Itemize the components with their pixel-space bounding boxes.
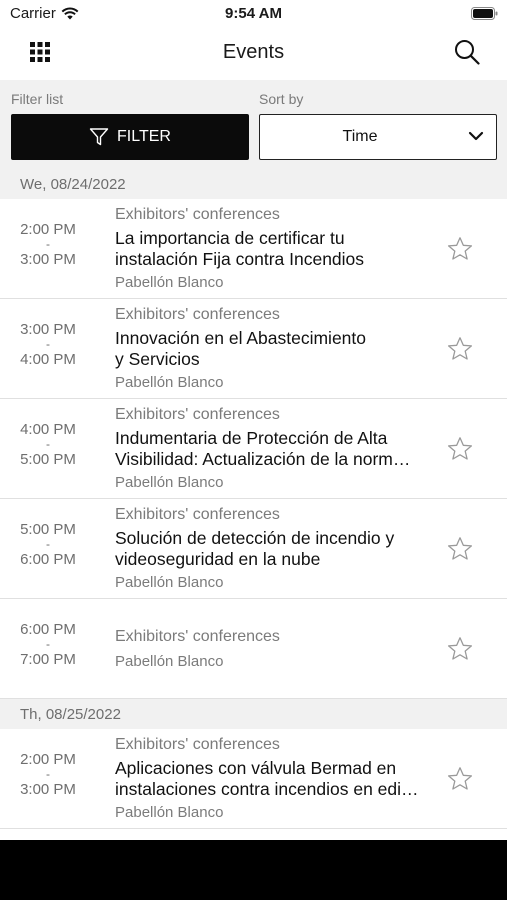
event-time: 2:00 PM - 3:00 PM [0,750,96,799]
event-end-time: 7:00 PM [20,651,76,668]
event-row[interactable]: 6:00 PM - 7:00 PM Exhibitors' conference… [0,599,507,699]
event-time-separator: - [46,237,50,251]
event-time-separator: - [46,537,50,551]
sort-by-label: Sort by [259,91,304,107]
event-title-line: instalaciones contra incendios en edi… [115,779,419,799]
status-bar: Carrier 9:54 AM [0,0,507,28]
event-row[interactable]: 5:00 PM - 6:00 PM Exhibitors' conference… [0,499,507,599]
sort-dropdown[interactable]: Time [259,114,497,160]
event-title-line: videoseguridad en la nube [115,549,321,569]
date-header: Th, 08/25/2022 [0,699,507,729]
event-time: 6:00 PM - 7:00 PM [0,620,96,669]
event-end-time: 3:00 PM [20,251,76,268]
event-category: Exhibitors' conferences [115,628,280,645]
event-title-line: Solución de detección de incendio y [115,528,395,548]
event-title-line: Aplicaciones con válvula Bermad en [115,758,397,778]
event-row[interactable]: 2:00 PM - 3:00 PM Exhibitors' conference… [0,729,507,829]
event-title: La importancia de certificar tu instalac… [115,228,433,270]
chevron-down-icon [468,131,484,141]
event-time-separator: - [46,437,50,451]
event-time: 4:00 PM - 5:00 PM [0,420,96,469]
event-category: Exhibitors' conferences [115,406,280,423]
event-category: Exhibitors' conferences [115,506,280,523]
filter-sort-bar: Filter list Sort by FILTER Time [0,80,507,170]
favorite-star-icon[interactable] [447,636,473,662]
event-end-time: 3:00 PM [20,781,76,798]
event-time: 3:00 PM - 4:00 PM [0,320,96,369]
date-header: We, 08/24/2022 [0,169,507,199]
event-end-time: 5:00 PM [20,451,76,468]
battery-icon [471,7,498,20]
navigation-bar: Events [0,28,507,78]
event-title-line: La importancia de certificar tu [115,228,345,248]
event-title-line: instalación Fija contra Incendios [115,249,365,269]
event-location: Pabellón Blanco [115,574,224,591]
event-row[interactable]: 4:00 PM - 5:00 PM Exhibitors' conference… [0,399,507,499]
event-title-line: Innovación en el Abastecimiento [115,328,366,348]
event-title: Aplicaciones con válvula Bermad en insta… [115,758,433,800]
event-end-time: 6:00 PM [20,551,76,568]
favorite-star-icon[interactable] [447,436,473,462]
event-location: Pabellón Blanco [115,653,224,670]
clock: 9:54 AM [225,5,282,22]
favorite-star-icon[interactable] [447,236,473,262]
event-title-line: Indumentaria de Protección de Alta [115,428,388,448]
filter-button-label: FILTER [117,128,171,145]
funnel-icon [89,128,109,146]
event-time-separator: - [46,767,50,781]
event-end-time: 4:00 PM [20,351,76,368]
page-title: Events [222,41,285,63]
event-time-separator: - [46,337,50,351]
event-time: 2:00 PM - 3:00 PM [0,220,96,269]
filter-button[interactable]: FILTER [11,114,249,160]
event-category: Exhibitors' conferences [115,306,280,323]
favorite-star-icon[interactable] [447,336,473,362]
date-header-label: We, 08/24/2022 [20,176,126,193]
event-location: Pabellón Blanco [115,374,224,391]
sort-value: Time [342,128,378,145]
event-location: Pabellón Blanco [115,474,224,491]
event-title: Innovación en el Abastecimiento y Servic… [115,328,433,370]
event-time: 5:00 PM - 6:00 PM [0,520,96,569]
event-title: Solución de detección de incendio y vide… [115,528,433,570]
event-category: Exhibitors' conferences [115,206,280,223]
search-icon[interactable] [454,39,480,65]
event-title-line: y Servicios [115,349,200,369]
event-row[interactable]: 2:00 PM - 3:00 PM Exhibitors' conference… [0,199,507,299]
favorite-star-icon[interactable] [447,766,473,792]
favorite-star-icon[interactable] [447,536,473,562]
bottom-black-bar [0,840,507,900]
filter-list-label: Filter list [11,91,64,107]
event-row[interactable]: 3:00 PM - 4:00 PM Exhibitors' conference… [0,299,507,399]
event-time-separator: - [46,637,50,651]
event-category: Exhibitors' conferences [115,736,280,753]
event-title-line: Visibilidad: Actualización de la norm… [115,449,411,469]
event-location: Pabellón Blanco [115,804,224,821]
event-location: Pabellón Blanco [115,274,224,291]
event-title: Indumentaria de Protección de Alta Visib… [115,428,433,470]
date-header-label: Th, 08/25/2022 [20,706,121,723]
